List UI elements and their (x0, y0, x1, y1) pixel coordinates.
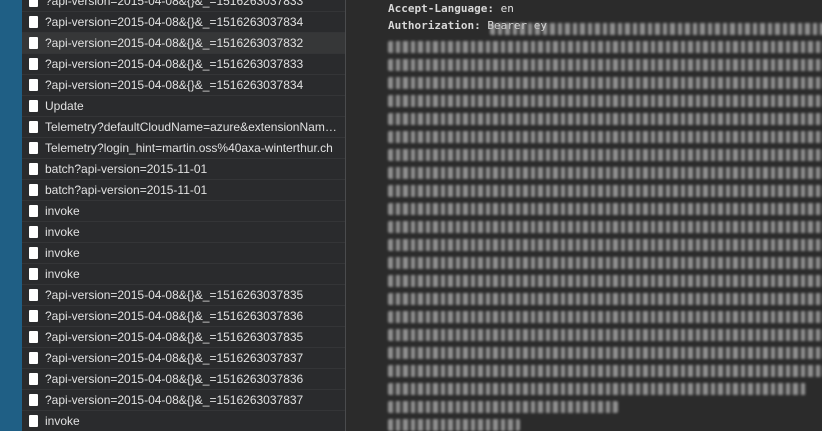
redacted-bearer-token (388, 23, 822, 431)
redacted-token-line (388, 149, 822, 161)
request-row-selected[interactable]: ?api-version=2015-04-08&{}&_=15162630378… (22, 33, 345, 54)
request-item-file-icon (29, 100, 38, 112)
redacted-token-line (388, 185, 822, 197)
request-label: ?api-version=2015-04-08&{}&_=15162630378… (45, 0, 304, 8)
request-row[interactable]: ?api-version=2015-04-08&{}&_=15162630378… (22, 54, 345, 75)
request-item-file-icon (29, 0, 38, 7)
redacted-token-line (388, 257, 822, 269)
request-row[interactable]: invoke (22, 411, 345, 431)
request-list-scroll-content: ?api-version=2015-04-08&{}&_=15162630378… (22, 0, 345, 431)
request-item-file-icon (29, 16, 38, 28)
redacted-token-line (388, 401, 618, 413)
request-label: invoke (45, 204, 80, 218)
redacted-token-line (388, 365, 822, 377)
request-item-file-icon (29, 79, 38, 91)
redacted-token-line (388, 239, 822, 251)
request-label: ?api-version=2015-04-08&{}&_=15162630378… (45, 36, 304, 50)
redacted-token-line (388, 203, 822, 215)
request-label: ?api-version=2015-04-08&{}&_=15162630378… (45, 372, 304, 386)
request-item-file-icon (29, 184, 38, 196)
accept-language-header-name: Accept-Language: (388, 2, 494, 15)
request-item-file-icon (29, 373, 38, 385)
redacted-token-line (388, 131, 822, 143)
request-row[interactable]: invoke (22, 243, 345, 264)
request-label: ?api-version=2015-04-08&{}&_=15162630378… (45, 351, 304, 365)
request-label: ?api-version=2015-04-08&{}&_=15162630378… (45, 78, 304, 92)
request-row[interactable]: ?api-version=2015-04-08&{}&_=15162630378… (22, 75, 345, 96)
accept-language-header-line: Accept-Language: en (388, 2, 514, 15)
request-label: ?api-version=2015-04-08&{}&_=15162630378… (45, 330, 304, 344)
request-item-file-icon (29, 289, 38, 301)
redacted-token-line (490, 23, 822, 35)
request-row[interactable]: Telemetry?defaultCloudName=azure&extensi… (22, 117, 345, 138)
redacted-token-line (388, 419, 520, 431)
redacted-token-line (388, 95, 822, 107)
request-label: ?api-version=2015-04-08&{}&_=15162630378… (45, 393, 304, 407)
request-row[interactable]: batch?api-version=2015-11-01 (22, 159, 345, 180)
redacted-token-line (388, 293, 822, 305)
request-label: batch?api-version=2015-11-01 (45, 183, 208, 197)
left-activity-strip (0, 0, 22, 431)
request-item-file-icon (29, 352, 38, 364)
redacted-token-line (388, 383, 806, 395)
request-item-file-icon (29, 163, 38, 175)
request-row[interactable]: invoke (22, 264, 345, 285)
request-row[interactable]: ?api-version=2015-04-08&{}&_=15162630378… (22, 390, 345, 411)
request-row[interactable]: ?api-version=2015-04-08&{}&_=15162630378… (22, 12, 345, 33)
redacted-token-line (388, 311, 822, 323)
network-inspector-window: ?api-version=2015-04-08&{}&_=15162630378… (0, 0, 822, 431)
request-details-panel[interactable]: Accept-Language: en Authorization: Beare… (346, 0, 822, 431)
request-label: invoke (45, 246, 80, 260)
request-row[interactable]: invoke (22, 201, 345, 222)
redacted-token-line (388, 221, 822, 233)
request-item-file-icon (29, 310, 38, 322)
request-item-file-icon (29, 226, 38, 238)
request-label: ?api-version=2015-04-08&{}&_=15162630378… (45, 309, 304, 323)
request-label: invoke (45, 414, 80, 428)
request-row[interactable]: invoke (22, 222, 345, 243)
request-item-file-icon (29, 268, 38, 280)
redacted-token-line (388, 41, 822, 53)
request-item-file-icon (29, 394, 38, 406)
redacted-token-line (388, 77, 822, 89)
request-item-file-icon (29, 331, 38, 343)
request-label: batch?api-version=2015-11-01 (45, 162, 208, 176)
redacted-token-line (388, 347, 822, 359)
request-label: invoke (45, 225, 80, 239)
request-row[interactable]: ?api-version=2015-04-08&{}&_=15162630378… (22, 327, 345, 348)
request-row[interactable]: ?api-version=2015-04-08&{}&_=15162630378… (22, 0, 345, 12)
request-row[interactable]: batch?api-version=2015-11-01 (22, 180, 345, 201)
redacted-token-line (388, 275, 822, 287)
request-label: ?api-version=2015-04-08&{}&_=15162630378… (45, 57, 304, 71)
request-item-file-icon (29, 247, 38, 259)
redacted-token-line (388, 167, 822, 179)
request-item-file-icon (29, 415, 38, 427)
redacted-token-line (388, 113, 822, 125)
redacted-token-line (388, 329, 822, 341)
request-item-file-icon (29, 121, 38, 133)
request-label: Update (45, 99, 84, 113)
request-item-file-icon (29, 37, 38, 49)
request-item-file-icon (29, 205, 38, 217)
request-label: Telemetry?login_hint=martin.oss%40axa-wi… (45, 141, 333, 155)
request-label: invoke (45, 267, 80, 281)
request-list-panel[interactable]: ?api-version=2015-04-08&{}&_=15162630378… (22, 0, 346, 431)
request-label: Telemetry?defaultCloudName=azure&extensi… (45, 120, 343, 134)
request-label: ?api-version=2015-04-08&{}&_=15162630378… (45, 288, 304, 302)
request-label: ?api-version=2015-04-08&{}&_=15162630378… (45, 15, 304, 29)
accept-language-header-value: en (500, 2, 514, 15)
request-row[interactable]: ?api-version=2015-04-08&{}&_=15162630378… (22, 306, 345, 327)
request-row[interactable]: ?api-version=2015-04-08&{}&_=15162630378… (22, 348, 345, 369)
request-item-file-icon (29, 58, 38, 70)
request-row[interactable]: Telemetry?login_hint=martin.oss%40axa-wi… (22, 138, 345, 159)
request-row[interactable]: ?api-version=2015-04-08&{}&_=15162630378… (22, 285, 345, 306)
request-item-file-icon (29, 142, 38, 154)
request-row[interactable]: Update (22, 96, 345, 117)
redacted-token-line (388, 59, 822, 71)
request-row[interactable]: ?api-version=2015-04-08&{}&_=15162630378… (22, 369, 345, 390)
